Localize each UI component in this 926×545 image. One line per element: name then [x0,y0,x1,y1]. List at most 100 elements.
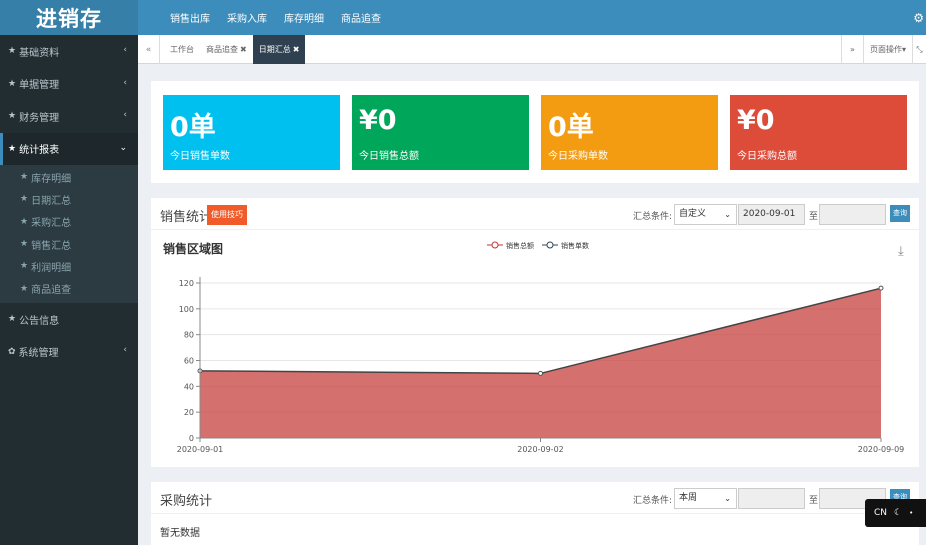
legend-label: 销售总额 [506,241,534,250]
tab-label: 工作台 [170,45,194,54]
star-icon: ★ [20,261,29,272]
sidebar-subitem-label: 销售汇总 [31,240,72,252]
purchase-cond-label: 汇总条件: [633,496,673,506]
sidebar-item-label: 统计报表 [19,145,60,157]
topnav-item-purchase-in[interactable]: 采购入库 [227,10,267,25]
topnav-item-stock-detail[interactable]: 库存明细 [284,10,324,25]
topnav-item-product-trace[interactable]: 商品追查 [341,10,381,25]
sidebar-item-reports[interactable]: ★ 统计报表 ⌄ [0,132,138,165]
sidebar-subitem-date-summary[interactable]: ★ 日期汇总 [0,188,138,210]
sidebar-item-basic-data[interactable]: ★ 基础资料 ‹ [0,35,138,68]
chevron-down-icon: ⌄ [724,494,731,503]
chart-legend[interactable]: 销售总额 销售单数 [487,241,589,250]
gear-icon[interactable]: ⚙ [913,11,924,25]
chevron-left-icon: ‹ [123,45,127,55]
x-tick-label: 2020-09-02 [517,445,564,454]
sidebar: ★ 基础资料 ‹ ★ 单据管理 ‹ ★ 财务管理 ‹ ★ 统计报表 ⌄ ★ 库存… [0,35,138,545]
top-nav: 销售出库 采购入库 库存明细 商品追查 [170,10,398,25]
sales-cond-select[interactable]: 自定义 ⌄ [674,204,737,225]
y-tick-label: 60 [184,357,194,366]
tab-scroll-right-icon[interactable]: » [840,35,863,64]
fullscreen-icon[interactable]: ⤡ [912,35,926,64]
divider [151,229,919,230]
y-tick-label: 100 [179,305,194,314]
tab-date-summary[interactable]: 日期汇总 ✖ [252,35,306,64]
language-label: CN [874,508,888,518]
star-icon: ★ [8,143,17,154]
y-tick-label: 40 [184,382,194,391]
sidebar-subitem-product-trace[interactable]: ★ 商品追查 [0,277,138,299]
top-navbar: 销售出库 采购入库 库存明细 商品追查 ⚙ [138,0,926,35]
sales-date-from[interactable]: 2020-09-01 [738,204,805,225]
sidebar-subitem-purchase-summary[interactable]: ★ 采购汇总 [0,211,138,233]
stat-value: ¥0 [359,105,397,136]
y-tick-label: 120 [179,279,194,288]
legend-label: 销售单数 [561,241,589,250]
stat-label: 今日采购单数 [548,151,608,162]
star-icon: ★ [20,194,29,205]
sidebar-item-label: 公告信息 [19,315,60,327]
x-tick-label: 2020-09-01 [177,445,224,454]
sales-to-label: 至 [809,212,819,222]
data-point [878,285,884,291]
sidebar-item-label: 基础资料 [19,47,60,59]
download-icon[interactable]: ⤓ [898,244,904,259]
tab-list: 工作台 商品追查 ✖ 日期汇总 ✖ [164,35,306,64]
sidebar-subitem-sales-summary[interactable]: ★ 销售汇总 [0,233,138,255]
sales-query-button[interactable]: 查询 [890,205,910,222]
sidebar-subitem-label: 日期汇总 [31,195,72,207]
stat-label: 今日销售总额 [359,151,419,162]
sidebar-subitem-stock-detail[interactable]: ★ 库存明细 [0,166,138,188]
stat-card-sales-count: 0单 今日销售单数 [163,95,340,170]
purchase-cond-select[interactable]: 本周 ⌄ [674,488,737,509]
y-tick-label: 0 [189,434,194,443]
sidebar-item-finance[interactable]: ★ 财务管理 ‹ [0,100,138,133]
sidebar-item-label: 单据管理 [19,80,60,92]
sales-date-to[interactable] [819,204,886,225]
chevron-down-icon: ⌄ [724,210,731,219]
tab-workbench[interactable]: 工作台 [164,35,200,64]
sidebar-submenu-reports: ★ 库存明细 ★ 日期汇总 ★ 采购汇总 ★ 销售汇总 ★ 利润明细 ★ 商品追… [0,165,138,303]
sales-area-chart: 销售区域图 销售总额 销售单数 ⤓ 0 20 40 60 80 100 120 2020-09-… [163,241,904,454]
star-icon: ★ [8,314,17,325]
app-logo[interactable]: 进销存 [0,0,138,35]
chevron-left-icon: ‹ [123,345,127,356]
legend-marker [491,241,499,249]
chevron-left-icon: ‹ [123,77,127,88]
star-icon: ★ [8,111,17,122]
page-ops-dropdown[interactable]: 页面操作 ▾ [862,35,912,64]
legend-marker [546,241,554,249]
close-icon[interactable]: ✖ [240,45,247,54]
sidebar-item-label: 系统管理 [18,348,59,360]
tab-product-trace[interactable]: 商品追查 ✖ [200,35,253,64]
star-icon: ★ [20,216,29,227]
stat-card-sales-total: ¥0 今日销售总额 [352,95,529,170]
purchase-cond-value: 本周 [679,493,698,503]
tab-label: 日期汇总 [258,45,291,54]
y-tick-label: 80 [184,331,194,340]
tips-button[interactable]: 使用技巧 [207,205,247,225]
sidebar-item-label: 财务管理 [19,112,60,124]
chevron-down-icon: ⌄ [119,142,127,153]
series-area [200,288,881,438]
tab-scroll-left-icon[interactable]: « [138,35,160,64]
purchase-to-label: 至 [809,496,819,506]
sidebar-subitem-label: 采购汇总 [31,218,72,230]
sales-section-title: 销售统计 [160,210,213,225]
sidebar-item-announcements[interactable]: ★ 公告信息 [0,303,138,336]
star-icon: ★ [20,239,29,250]
language-toggle[interactable]: CN ☾ • [865,499,926,527]
star-icon: ★ [20,283,29,294]
topnav-item-sales-out[interactable]: 销售出库 [170,10,210,25]
stat-value: 0单 [170,112,216,143]
more-icon: • [909,509,914,517]
close-icon[interactable]: ✖ [293,45,300,54]
sidebar-subitem-profit-detail[interactable]: ★ 利润明细 [0,255,138,277]
sidebar-item-documents[interactable]: ★ 单据管理 ‹ [0,68,138,101]
stat-label: 今日销售单数 [170,151,230,162]
page-ops-label: 页面操作 [869,45,902,54]
sidebar-item-system[interactable]: ✿ 系统管理 ‹ [0,335,138,368]
purchase-date-from[interactable] [738,488,805,509]
sales-cond-label: 汇总条件: [633,212,673,222]
chart-title: 销售区域图 [163,241,223,256]
